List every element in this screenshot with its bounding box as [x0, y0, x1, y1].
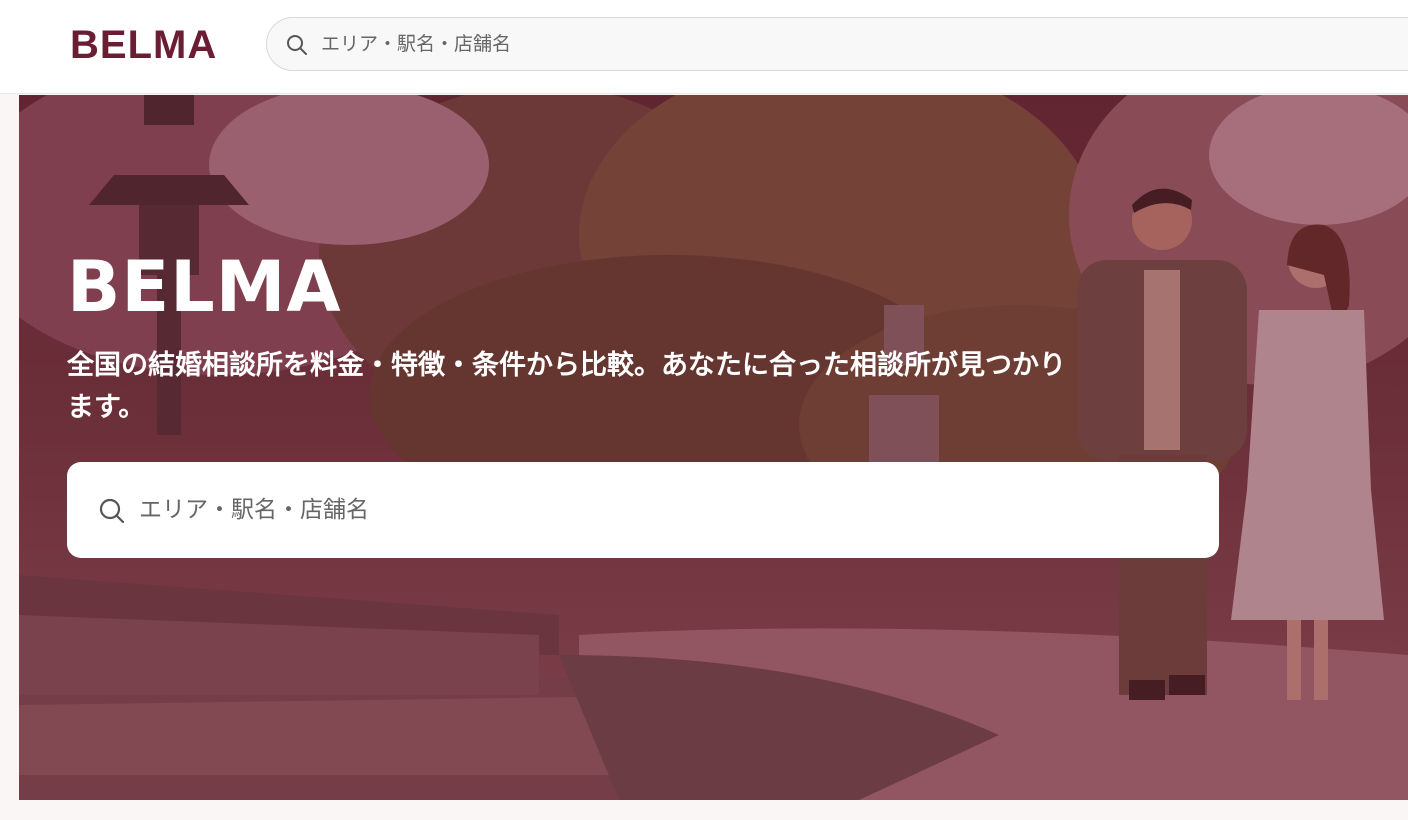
logo[interactable]: BELMA: [70, 21, 217, 69]
header-search-bar[interactable]: [266, 17, 1408, 71]
header-search-input[interactable]: [321, 18, 1221, 70]
hero-search-input[interactable]: [139, 462, 1189, 558]
hero-search-bar[interactable]: [67, 462, 1219, 558]
hero-subtitle: 全国の結婚相談所を料金・特徴・条件から比較。あなたに合った相談所が見つかります。: [67, 350, 1066, 423]
hero-overlay: [19, 95, 1408, 800]
site-header: BELMA: [0, 0, 1408, 94]
search-icon: [287, 35, 307, 55]
hero-title: BELMA: [67, 246, 342, 328]
hero-section: BELMA 全国の結婚相談所を料金・特徴・条件から比較。あなたに合った相談所が見…: [19, 95, 1408, 800]
search-icon: [99, 498, 125, 524]
